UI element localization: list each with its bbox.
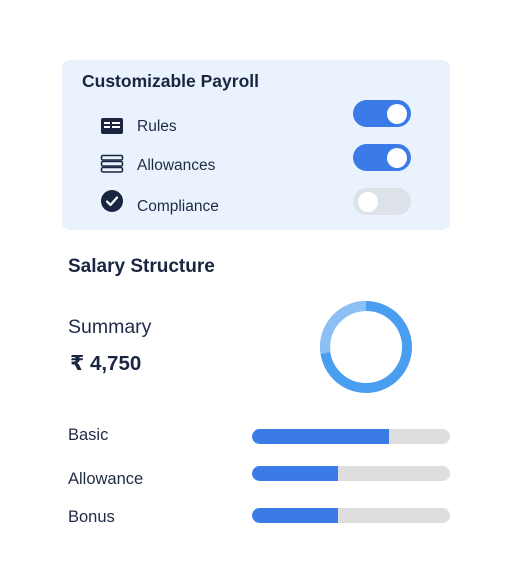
- payroll-card-title: Customizable Payroll: [82, 71, 259, 91]
- rules-label: Rules: [137, 118, 177, 135]
- payroll-card: Customizable Payroll Rules Allowances Co…: [62, 60, 450, 230]
- compliance-label: Compliance: [137, 198, 219, 215]
- rules-toggle[interactable]: [353, 100, 411, 127]
- stack-icon: [100, 153, 124, 177]
- bonus-label: Bonus: [68, 508, 115, 526]
- allowance-bar-track: [252, 466, 450, 481]
- toggle-knob: [358, 191, 378, 212]
- salary-structure-title: Salary Structure: [68, 256, 215, 277]
- toggle-knob: [387, 103, 407, 124]
- allowances-toggle[interactable]: [353, 144, 411, 171]
- bonus-bar-track: [252, 508, 450, 523]
- compliance-toggle[interactable]: [353, 188, 411, 215]
- breakdown-row-allowance: Allowance: [0, 466, 512, 500]
- id-card-icon: [100, 114, 124, 138]
- breakdown-row-basic: Basic: [0, 426, 512, 456]
- allowances-label: Allowances: [137, 157, 216, 174]
- check-circle-icon: [100, 189, 124, 213]
- payroll-row-compliance: Compliance: [62, 188, 450, 222]
- bonus-bar-fill: [252, 508, 339, 523]
- summary-donut-chart: [320, 301, 412, 393]
- allowance-bar-fill: [252, 466, 339, 481]
- summary-label: Summary: [68, 316, 152, 338]
- basic-bar-fill: [252, 429, 389, 444]
- summary-value: ₹ 4,750: [70, 352, 142, 375]
- allowance-label: Allowance: [68, 470, 144, 488]
- basic-label: Basic: [68, 426, 109, 444]
- payroll-row-rules: Rules: [62, 100, 450, 142]
- donut-ring-segment: [320, 301, 367, 354]
- payroll-row-allowances: Allowances: [62, 144, 450, 181]
- basic-bar-track: [252, 429, 450, 444]
- breakdown-row-bonus: Bonus: [0, 508, 512, 538]
- toggle-knob: [387, 147, 407, 168]
